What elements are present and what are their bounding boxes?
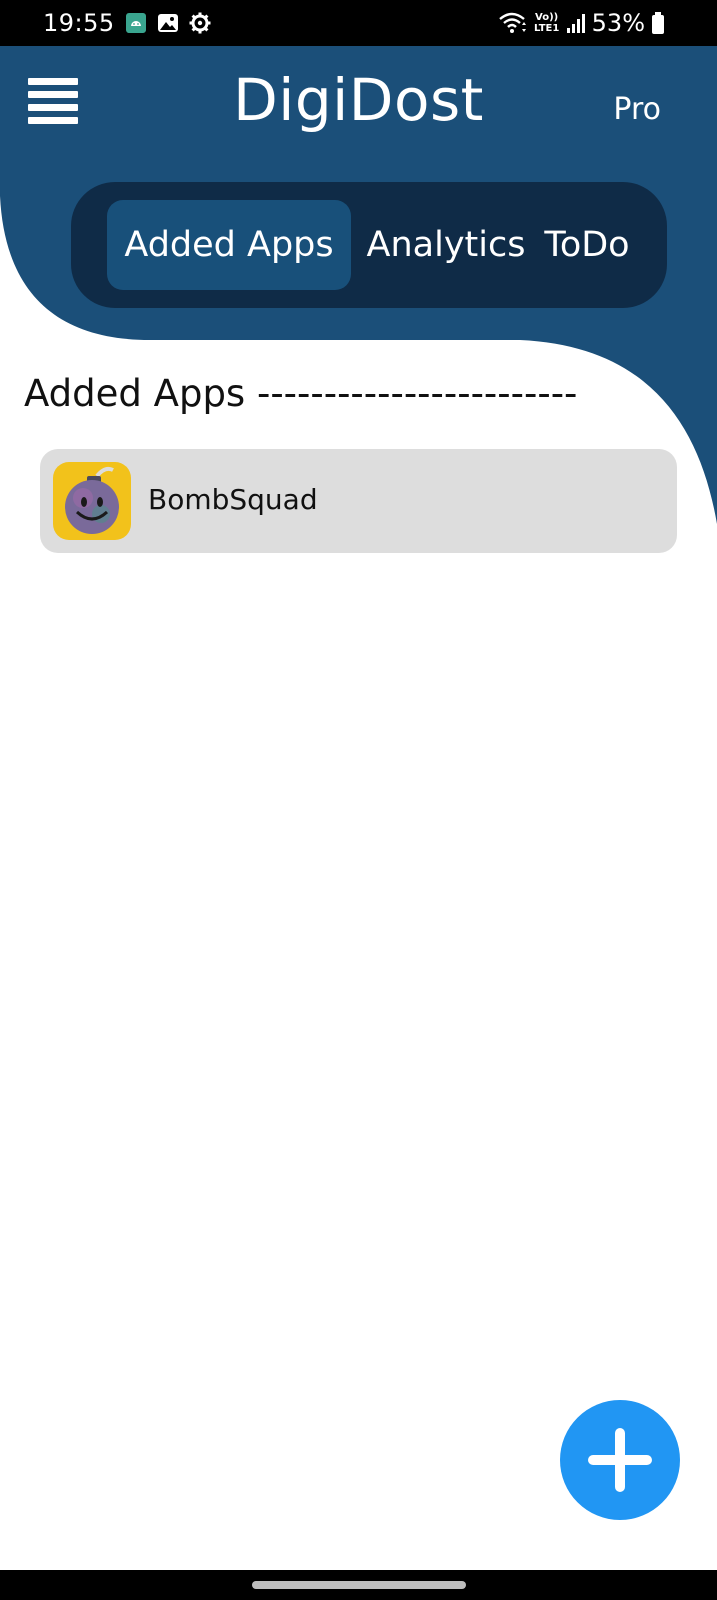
system-nav-bar bbox=[0, 1570, 717, 1600]
status-bar: 19:55 Vo)) LTE1 53% bbox=[0, 0, 717, 46]
status-right: Vo)) LTE1 53% bbox=[498, 8, 665, 38]
tab-analytics[interactable]: Analytics bbox=[367, 200, 526, 290]
status-left: 19:55 bbox=[43, 8, 211, 38]
app-list-item[interactable]: BombSquad bbox=[40, 449, 677, 553]
home-gesture-handle[interactable] bbox=[252, 1581, 466, 1589]
app-title: DigiDost bbox=[233, 66, 484, 134]
header-background bbox=[0, 46, 717, 524]
wifi-icon bbox=[498, 12, 526, 33]
gallery-icon bbox=[157, 14, 178, 32]
bombsquad-app-icon bbox=[53, 462, 131, 540]
tab-bar: Added Apps Analytics ToDo bbox=[71, 182, 667, 308]
android-icon bbox=[125, 13, 146, 33]
pro-button[interactable]: Pro bbox=[613, 92, 661, 127]
section-title: Added Apps ------------------------ bbox=[24, 372, 578, 415]
signal-icon bbox=[566, 14, 585, 33]
tab-added-apps[interactable]: Added Apps bbox=[107, 200, 351, 290]
status-time: 19:55 bbox=[43, 9, 115, 37]
plus-icon-vertical bbox=[615, 1428, 625, 1492]
settings-gear-icon bbox=[189, 12, 211, 34]
battery-percentage: 53% bbox=[591, 9, 645, 37]
add-app-fab[interactable] bbox=[560, 1400, 680, 1520]
tab-todo[interactable]: ToDo bbox=[537, 200, 637, 290]
volte-icon: Vo)) LTE1 bbox=[533, 12, 560, 34]
screen: 19:55 Vo)) LTE1 53% DigiDost Pro Added A… bbox=[0, 0, 717, 1600]
battery-icon bbox=[652, 12, 664, 34]
app-name: BombSquad bbox=[148, 483, 318, 516]
